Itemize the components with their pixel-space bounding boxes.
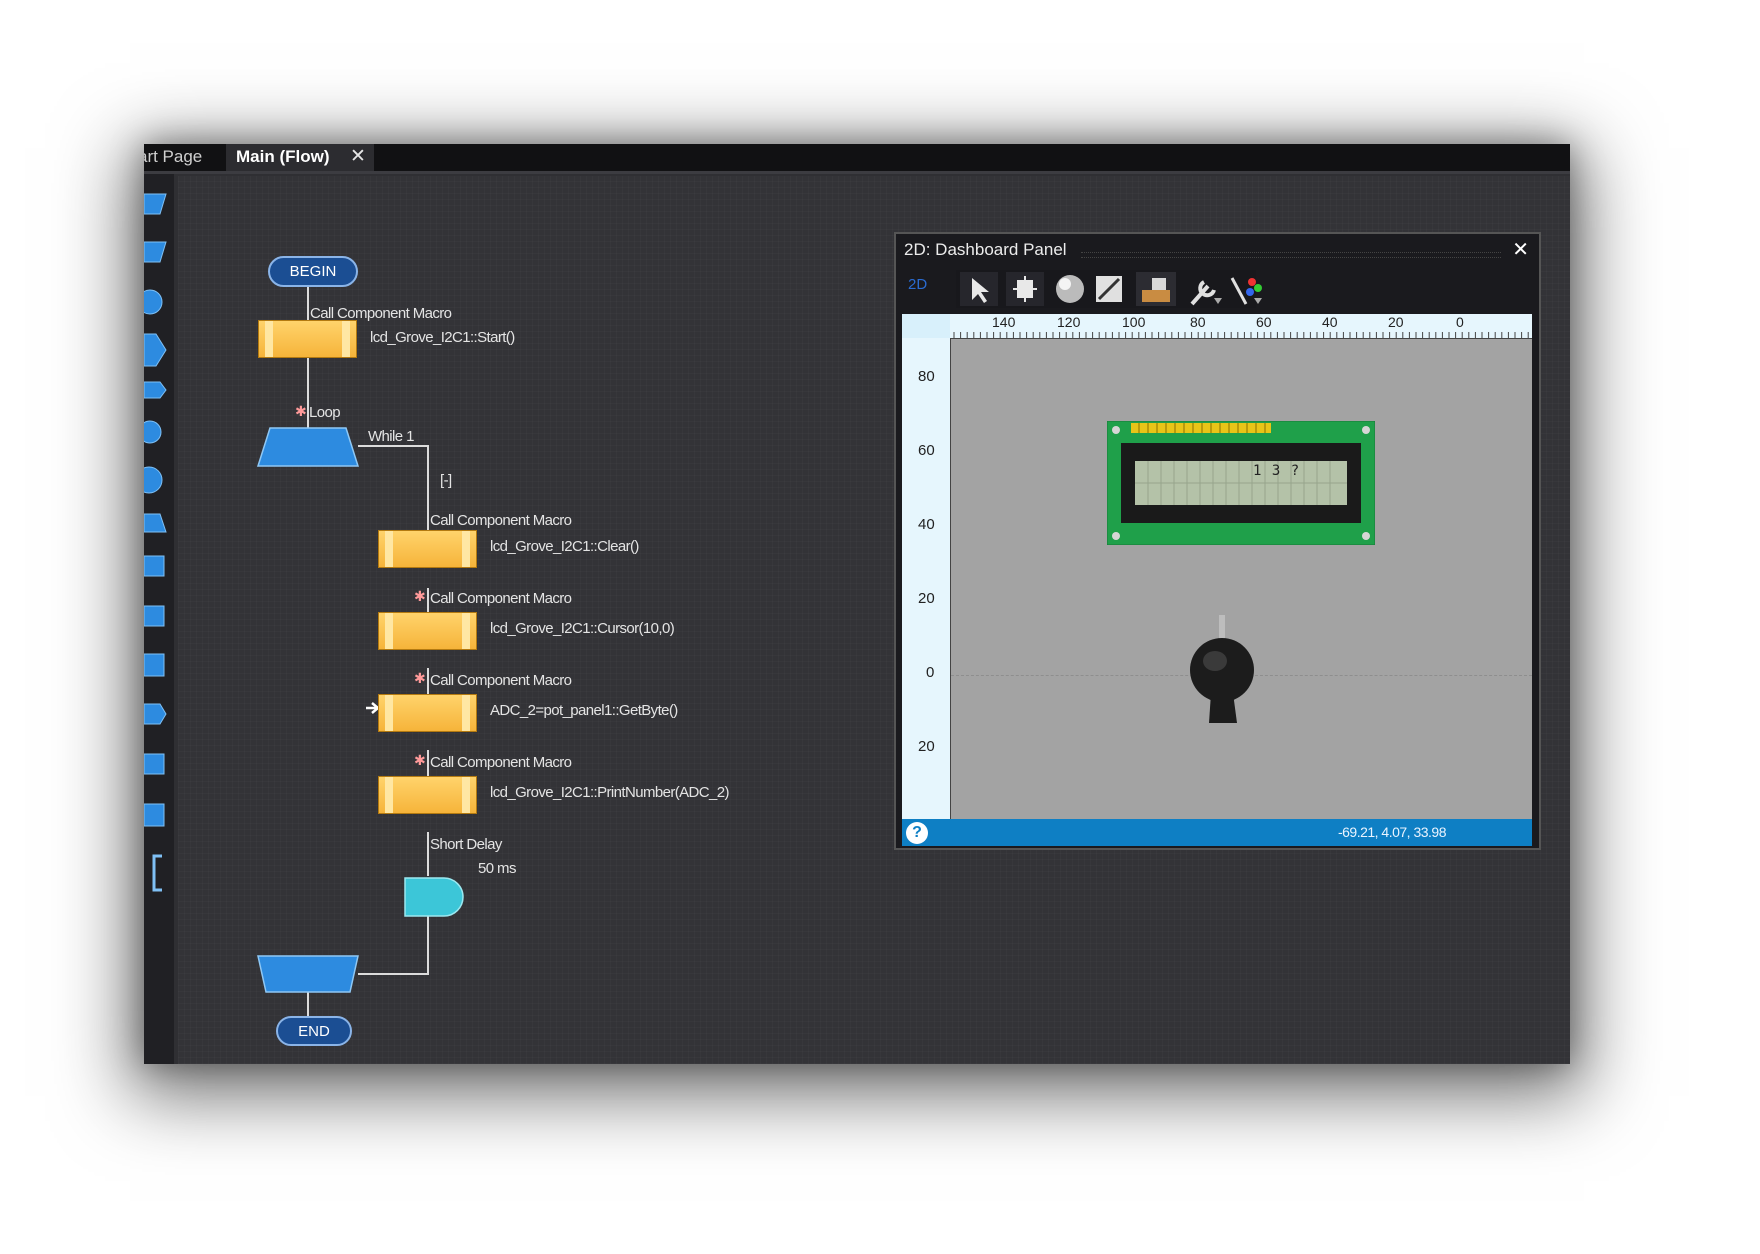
macro3-text: lcd_Grove_I2C1::Cursor(10,0): [490, 620, 675, 637]
end-terminal[interactable]: END: [276, 1016, 352, 1046]
view-mode-label[interactable]: 2D: [908, 276, 927, 293]
macro5-text: lcd_Grove_I2C1::PrintNumber(ADC_2): [490, 784, 729, 801]
ruler-y-tick: 20: [918, 590, 935, 607]
help-icon[interactable]: ?: [906, 822, 928, 844]
loop-command-icon[interactable]: [144, 513, 167, 533]
dashboard-toolbar: [956, 270, 1262, 308]
status-bar: ? -69.21, 4.07, 33.98: [902, 819, 1532, 846]
breakpoint-star-icon: ✱: [414, 588, 426, 604]
ruler-y-tick: 80: [918, 368, 935, 385]
macro4-block[interactable]: [378, 694, 477, 732]
tab-close-button[interactable]: ✕: [350, 144, 366, 169]
ruler-x-tick: 140: [992, 314, 1016, 330]
macro2-block[interactable]: [378, 530, 477, 568]
dashboard-panel: 2D: Dashboard Panel ✕ 2D 140 120 100 80: [894, 232, 1541, 850]
ruler-x-tick: 60: [1256, 314, 1272, 330]
loop-end-shape[interactable]: [257, 955, 359, 993]
dashboard-workspace[interactable]: 1 3 ?: [951, 339, 1532, 819]
macro3-type: Call Component Macro: [430, 590, 572, 607]
lcd-component[interactable]: [1107, 421, 1375, 545]
ruler-y-tick: 0: [926, 664, 935, 681]
macro5-block[interactable]: [378, 776, 477, 814]
app-window: art Page Main (Flow) ✕ BEGIN END Call Co…: [144, 144, 1570, 1064]
tab-start-page[interactable]: art Page: [144, 144, 218, 171]
string-command-icon[interactable]: [144, 653, 165, 677]
vertical-ruler: 80 60 40 20 0 20: [902, 338, 951, 819]
delay-command-icon[interactable]: [144, 289, 163, 315]
loop-start-shape[interactable]: [256, 427, 360, 467]
calculation-command-icon[interactable]: [144, 466, 163, 494]
comment-command-icon[interactable]: [144, 803, 165, 827]
ruler-y-tick: 20: [918, 738, 935, 755]
horizontal-ruler: 140 120 100 80 60 40 20 0: [950, 314, 1532, 339]
bracket-command-icon[interactable]: [152, 854, 162, 892]
code-command-icon[interactable]: [144, 753, 165, 775]
loop-label: Loop: [309, 404, 341, 421]
ruler-y-tick: 40: [918, 516, 935, 533]
connection-point-icon[interactable]: [144, 420, 162, 444]
interrupt-command-icon[interactable]: [144, 703, 167, 725]
macro3-block[interactable]: [378, 612, 477, 650]
ruler-x-tick: 120: [1057, 314, 1081, 330]
delay-type: Short Delay: [430, 836, 502, 853]
command-toolbox: [144, 174, 174, 1064]
dashboard-viewport[interactable]: 140 120 100 80 60 40 20 0 80 60 40 20 0 …: [902, 314, 1532, 819]
breakpoint-star-icon: ✱: [295, 403, 307, 419]
macro2-type: Call Component Macro: [430, 512, 572, 529]
ruler-y-tick: 60: [918, 442, 935, 459]
delay-text: 50 ms: [478, 860, 516, 877]
resize-icon[interactable]: [1096, 276, 1122, 302]
loop-condition: While 1: [368, 428, 414, 445]
macro1-block[interactable]: [258, 320, 357, 358]
breakpoint-star-icon: ✱: [414, 752, 426, 768]
output-command-icon[interactable]: [144, 241, 167, 263]
ruler-x-tick: 100: [1122, 314, 1146, 330]
dashboard-title: 2D: Dashboard Panel: [904, 240, 1067, 259]
arrow-icon: [366, 702, 380, 714]
sphere-icon[interactable]: [1056, 275, 1084, 303]
decision-command-icon[interactable]: [144, 333, 167, 367]
layout-icon[interactable]: [1136, 272, 1176, 306]
macro4-type: Call Component Macro: [430, 672, 572, 689]
delay-shape[interactable]: [404, 877, 464, 917]
lcd-display-text: 1 3 ?: [1253, 463, 1301, 479]
macro2-text: lcd_Grove_I2C1::Clear(): [490, 538, 639, 555]
ruler-x-tick: 20: [1388, 314, 1404, 330]
ruler-x-tick: 40: [1322, 314, 1338, 330]
loop-collapse-toggle[interactable]: [-]: [440, 472, 452, 489]
cursor-coordinates: -69.21, 4.07, 33.98: [1337, 824, 1447, 840]
ruler-x-tick: 0: [1456, 314, 1464, 330]
potentiometer-knob[interactable]: [1189, 615, 1259, 725]
switch-command-icon[interactable]: [144, 381, 167, 399]
ruler-x-tick: 80: [1190, 314, 1206, 330]
breakpoint-star-icon: ✱: [414, 670, 426, 686]
dashboard-close-button[interactable]: ✕: [1512, 237, 1529, 262]
component-macro-icon[interactable]: [144, 605, 165, 627]
begin-terminal[interactable]: BEGIN: [268, 256, 358, 287]
input-command-icon[interactable]: [144, 193, 167, 215]
tab-bar: art Page Main (Flow) ✕: [144, 144, 1570, 174]
macro4-text: ADC_2=pot_panel1::GetByte(): [490, 702, 678, 719]
macro-command-icon[interactable]: [144, 555, 165, 577]
macro5-type: Call Component Macro: [430, 754, 572, 771]
macro1-text: lcd_Grove_I2C1::Start(): [370, 329, 515, 346]
move-tool-icon[interactable]: [1006, 272, 1044, 306]
title-grip[interactable]: [1081, 252, 1501, 258]
pointer-tool-icon[interactable]: [960, 272, 998, 306]
